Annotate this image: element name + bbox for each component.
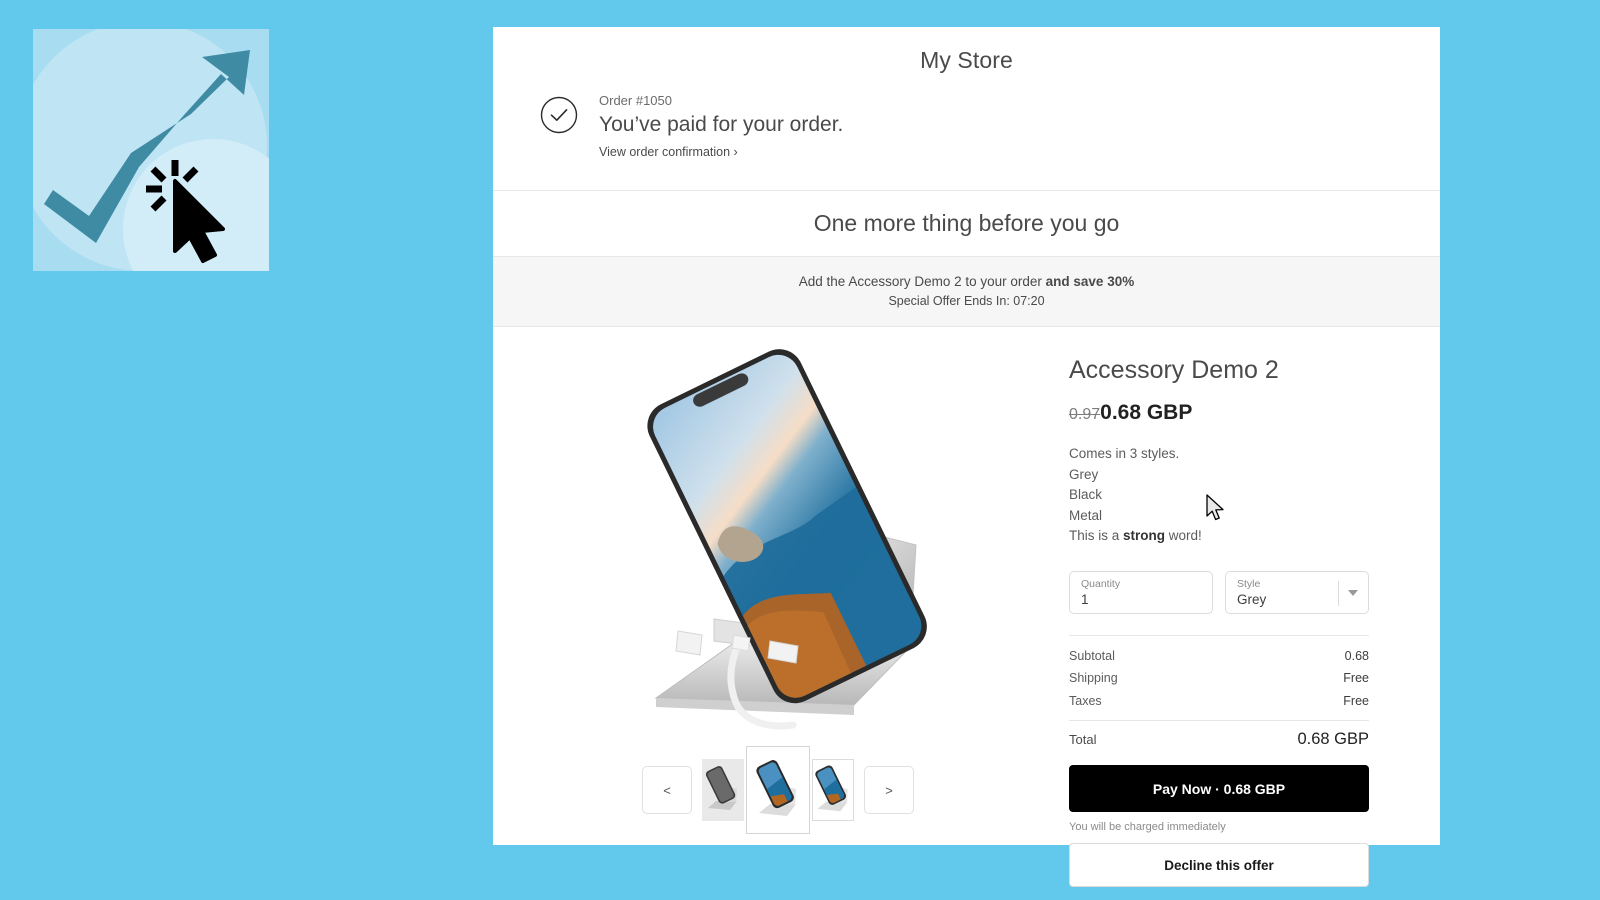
summary-row: Shipping Free [1069, 667, 1369, 690]
summary-label: Subtotal [1069, 648, 1115, 663]
style-select[interactable]: Style Grey [1225, 570, 1369, 614]
offer-text: Add the Accessory Demo 2 to your order a… [493, 272, 1440, 291]
growth-arrow-icon [44, 50, 250, 263]
product-title: Accessory Demo 2 [1069, 356, 1279, 384]
product-description: Comes in 3 styles. Grey Black Metal This… [1069, 444, 1369, 547]
summary-label: Shipping [1069, 671, 1118, 685]
summary-row: Subtotal 0.68 [1069, 645, 1369, 668]
thumbnail-blue-variant[interactable] [812, 759, 854, 821]
description-strong-line: This is a strong word! [1069, 526, 1369, 547]
charge-note: You will be charged immediately [1069, 821, 1226, 833]
summary-value: Free [1343, 693, 1369, 708]
total-row: Total 0.68 GBP [1069, 721, 1369, 749]
strong-line-suffix: word! [1165, 528, 1202, 543]
price-row: 0.970.68 GBP [1069, 399, 1369, 428]
thumbnail-strip: < > [642, 746, 914, 834]
page-title: My Store [920, 47, 1013, 73]
offer-highlight: and save 30% [1045, 274, 1135, 289]
thumbnail-list [702, 746, 854, 834]
order-summary: Subtotal 0.68 Shipping Free Taxes Free T… [1069, 634, 1369, 750]
product-hero-image[interactable] [618, 343, 938, 738]
upsell-heading: One more thing before you go [813, 210, 1120, 236]
description-line: Black [1069, 487, 1103, 502]
summary-row: Taxes Free [1069, 690, 1369, 713]
checkout-card: My Store Order #1050 You’ve paid for you… [493, 27, 1440, 887]
style-divider [1338, 580, 1339, 606]
product-info-column: Accessory Demo 2 0.970.68 GBP Comes in 3… [1069, 343, 1369, 887]
decline-offer-button[interactable]: Decline this offer [1069, 843, 1369, 887]
strong-line-prefix: This is a [1069, 528, 1124, 543]
summary-value: Free [1343, 671, 1369, 685]
paid-message: You’ve paid for your order. [599, 113, 844, 136]
summary-label: Taxes [1069, 693, 1102, 708]
style-label: Style [1237, 577, 1261, 590]
pay-now-button[interactable]: Pay Now · 0.68 GBP [1069, 765, 1369, 812]
product-area: < > Accessory Demo 2 0.970.68 GBP Comes … [493, 327, 1440, 887]
offer-timer: Special Offer Ends In: 07:20 [888, 294, 1045, 308]
quantity-value: 1 [1081, 591, 1089, 607]
summary-value: 0.68 [1344, 648, 1369, 663]
description-line: Comes in 3 styles. [1069, 446, 1180, 461]
compare-at-price: 0.97 [1069, 406, 1101, 423]
current-price: 0.68 GBP [1100, 401, 1193, 424]
order-status-text: Order #1050 You’ve paid for your order. … [599, 92, 843, 161]
upsell-heading-bar: One more thing before you go [493, 190, 1440, 257]
style-value: Grey [1237, 591, 1267, 607]
description-line: Metal [1069, 507, 1103, 523]
selector-row: Quantity 1 Style Grey [1069, 570, 1369, 614]
click-cursor-icon [173, 179, 225, 263]
thumbnail-blue-variant-selected[interactable] [746, 746, 810, 834]
description-line: Grey [1069, 466, 1099, 482]
quantity-input[interactable]: Quantity 1 [1069, 570, 1213, 614]
quantity-label: Quantity [1081, 577, 1121, 590]
chevron-down-icon[interactable] [1348, 589, 1358, 596]
total-value: 0.68 GBP [1297, 730, 1369, 748]
strong-line-bold: strong [1123, 528, 1166, 543]
check-circle-icon [540, 96, 578, 134]
offer-prefix: Add the Accessory Demo 2 to your order [798, 274, 1046, 289]
view-order-confirmation-link[interactable]: View order confirmation › [599, 143, 738, 161]
order-number: Order #1050 [599, 93, 672, 108]
app-logo [33, 29, 269, 271]
total-label: Total [1069, 732, 1097, 747]
order-status-block: Order #1050 You’ve paid for your order. … [493, 74, 1440, 161]
gallery-column: < > [493, 343, 1063, 887]
thumbnail-grey-variant[interactable] [702, 759, 744, 821]
offer-banner: Add the Accessory Demo 2 to your order a… [493, 257, 1440, 327]
gallery-prev-button[interactable]: < [642, 766, 692, 814]
gallery-next-button[interactable]: > [864, 766, 914, 814]
